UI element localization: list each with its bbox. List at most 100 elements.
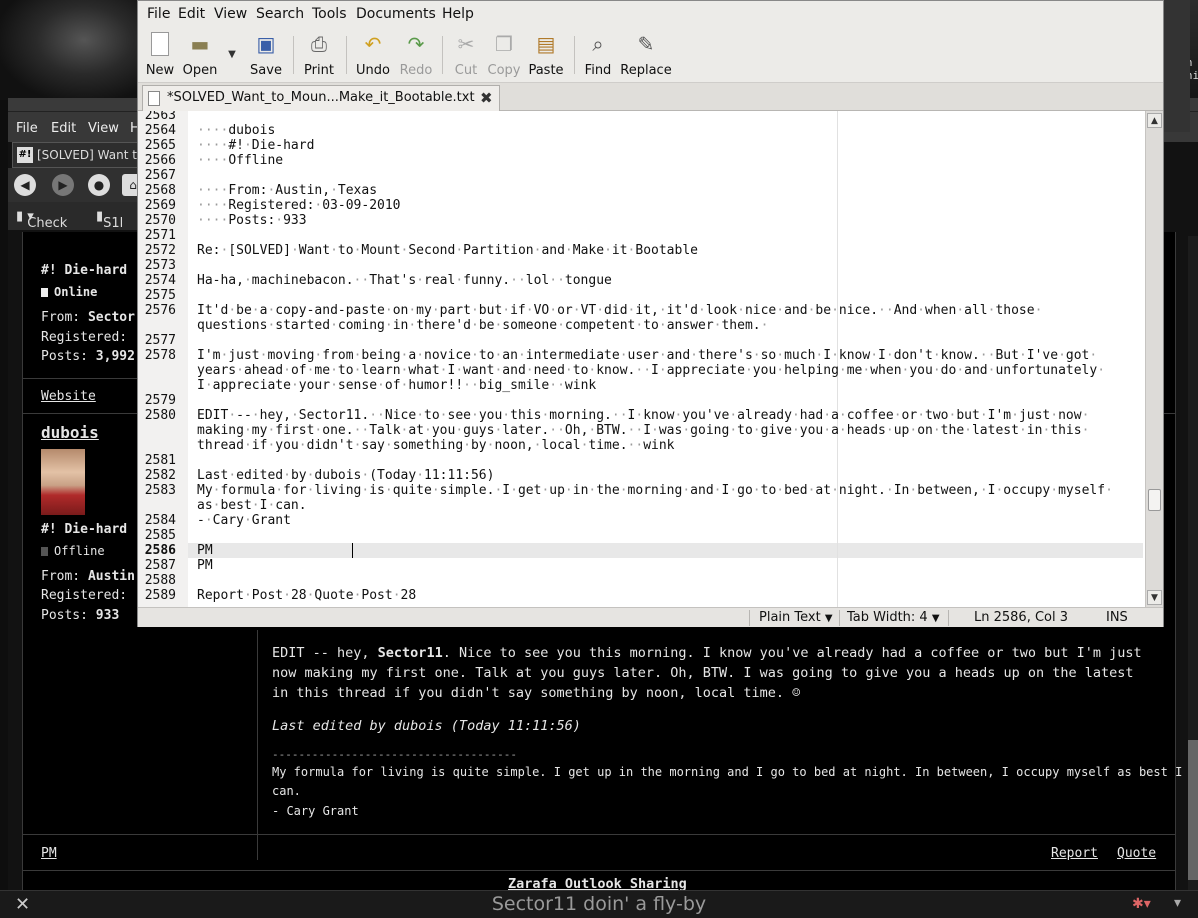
post-line: now making my first one. Talk at you guy… <box>272 665 1134 681</box>
new-button[interactable]: New <box>145 32 175 78</box>
gedit-window: File Edit View Search Tools Documents He… <box>137 0 1164 627</box>
menu-documents[interactable]: Documents <box>356 6 436 22</box>
scrollbar-thumb[interactable] <box>1148 489 1161 511</box>
column-divider <box>257 630 258 860</box>
line-number: 2569 <box>144 198 176 213</box>
menu-file[interactable]: File <box>147 6 170 22</box>
copy-icon: ❐ <box>495 32 513 56</box>
chat-icon[interactable]: ● <box>88 174 110 196</box>
menu-help[interactable]: Help <box>442 6 474 22</box>
cursor-position: Ln 2586, Col 3 <box>974 610 1069 625</box>
menu-search[interactable]: Search <box>256 6 304 22</box>
find-replace-icon: ✎ <box>637 32 655 56</box>
editor-text-line: EDIT·--·hey,·Sector11.··Nice·to·see·you·… <box>197 408 1090 423</box>
text-file-icon <box>148 91 160 106</box>
open-button[interactable]: ▬ Open <box>181 32 219 78</box>
bookmark-s1l[interactable]: ▮ S1l <box>96 209 123 231</box>
close-tab-icon[interactable]: ✖ <box>480 89 493 107</box>
status-indicator <box>41 547 48 556</box>
chevron-down-icon: ▼ <box>228 49 236 60</box>
status-indicator <box>41 288 48 297</box>
line-number: 2565 <box>144 138 176 153</box>
tray-dropdown-icon[interactable]: ▾ <box>1174 895 1181 911</box>
clipboard-icon: ▤ <box>536 32 556 56</box>
copy-button[interactable]: ❐ Copy <box>487 32 521 78</box>
open-button-label: Open <box>182 63 218 78</box>
print-button[interactable]: ⎙ Print <box>302 32 336 78</box>
paste-button[interactable]: ▤ Paste <box>527 32 565 78</box>
browser-menu-view[interactable]: View <box>88 121 119 136</box>
line-number: 2573 <box>144 258 176 273</box>
tray-app-icon[interactable]: ✱▾ <box>1132 896 1151 912</box>
forward-arrow-icon[interactable]: ▶ <box>52 174 74 196</box>
status-separator <box>839 610 840 626</box>
print-button-label: Print <box>304 63 334 78</box>
line-number: 2578 <box>144 348 176 363</box>
tab-width-selector[interactable]: Tab Width: 4 ▼ <box>847 610 940 625</box>
status-bar: Plain Text ▼ Tab Width: 4 ▼ Ln 2586, Col… <box>138 607 1163 627</box>
undo-button[interactable]: ↶ Undo <box>354 32 392 78</box>
toolbar-separator <box>574 36 575 74</box>
browser-scrollbar-thumb[interactable] <box>1188 740 1198 880</box>
line-number: 2588 <box>144 573 176 588</box>
save-button[interactable]: ▣ Save <box>250 32 282 78</box>
author-from: From: Sector <box>41 310 135 325</box>
chevron-down-icon: ▼ <box>931 613 940 624</box>
editor-text-line: My·formula·for·living·is·quite·simple.·I… <box>197 483 1113 498</box>
line-number: 2586 <box>144 543 176 558</box>
line-number: 2581 <box>144 453 176 468</box>
editor-text-line: ····Posts:·933 <box>197 213 307 228</box>
paste-button-label: Paste <box>528 63 564 78</box>
browser-tab[interactable]: #! [SOLVED] Want t <box>12 142 152 168</box>
author-name-link[interactable]: dubois <box>41 423 99 442</box>
editor-text-line: Last·edited·by·dubois·(Today·11:11:56) <box>197 468 495 483</box>
document-tab[interactable]: *SOLVED_Want_to_Moun...Make_it_Bootable.… <box>142 85 500 111</box>
line-number: 2574 <box>144 273 176 288</box>
editor-scrollbar[interactable]: ▲ ▼ <box>1145 111 1163 607</box>
line-number: 2576 <box>144 303 176 318</box>
back-arrow-icon[interactable]: ◀ <box>14 174 36 196</box>
author-posts: Posts: 933 <box>41 608 120 623</box>
replace-button[interactable]: ✎ Replace <box>620 32 672 78</box>
gedit-menubar: File Edit View Search Tools Documents He… <box>138 1 1163 28</box>
bookmark-label: S1l <box>103 216 124 231</box>
text-editor[interactable]: 2563 2564 ····dubois 2565 ····#!·Die-hard 256… <box>138 111 1145 607</box>
bookmark-check[interactable]: ▮ Check ▾ <box>16 209 67 231</box>
browser-menu-file[interactable]: File <box>16 121 38 136</box>
line-number: 2567 <box>144 168 176 183</box>
browser-toolbar-right <box>1162 0 1190 132</box>
editor-text-line: ····Offline <box>197 153 284 168</box>
scroll-down-arrow-icon[interactable]: ▼ <box>1147 590 1162 605</box>
quote-link[interactable]: Quote <box>1117 846 1156 861</box>
editor-text-line: Report·Post·28·Quote·Post·28 <box>197 588 417 603</box>
line-number: 2570 <box>144 213 176 228</box>
author-registered: Registered: <box>41 330 128 345</box>
line-number: 2575 <box>144 288 176 303</box>
divider <box>22 834 1176 835</box>
cut-button-label: Cut <box>454 63 478 78</box>
editor-text-line: -·Cary·Grant <box>197 513 291 528</box>
find-button[interactable]: ⌕ Find <box>583 32 613 78</box>
line-number: 2577 <box>144 333 176 348</box>
language-selector[interactable]: Plain Text ▼ <box>759 610 833 625</box>
editor-text-line: PM <box>197 558 213 573</box>
desktop-panel: ✕ Sector11 doin' a fly-by ✱▾ ▾ <box>0 890 1198 918</box>
menu-view[interactable]: View <box>214 6 247 22</box>
redo-button[interactable]: ↷ Redo <box>399 32 433 78</box>
avatar <box>41 449 85 515</box>
menu-tools[interactable]: Tools <box>312 6 347 22</box>
language-label: Plain Text <box>759 610 821 625</box>
panel-window-title: Sector11 doin' a fly-by <box>491 893 707 915</box>
scroll-up-arrow-icon[interactable]: ▲ <box>1147 113 1162 128</box>
divider <box>22 870 1176 871</box>
menu-edit[interactable]: Edit <box>178 6 205 22</box>
editor-text-line: as·best·I·can. <box>197 498 307 513</box>
open-recent-dropdown[interactable]: ▼ <box>226 42 238 61</box>
website-link[interactable]: Website <box>41 389 96 404</box>
editor-text-line: It'd·be·a·copy-and-paste·on·my·part·but·… <box>197 303 1043 318</box>
browser-menu-edit[interactable]: Edit <box>51 121 76 136</box>
line-number: 2584 <box>144 513 176 528</box>
report-link[interactable]: Report <box>1051 846 1098 861</box>
pm-link[interactable]: PM <box>41 846 57 861</box>
cut-button[interactable]: ✂ Cut <box>451 32 481 78</box>
